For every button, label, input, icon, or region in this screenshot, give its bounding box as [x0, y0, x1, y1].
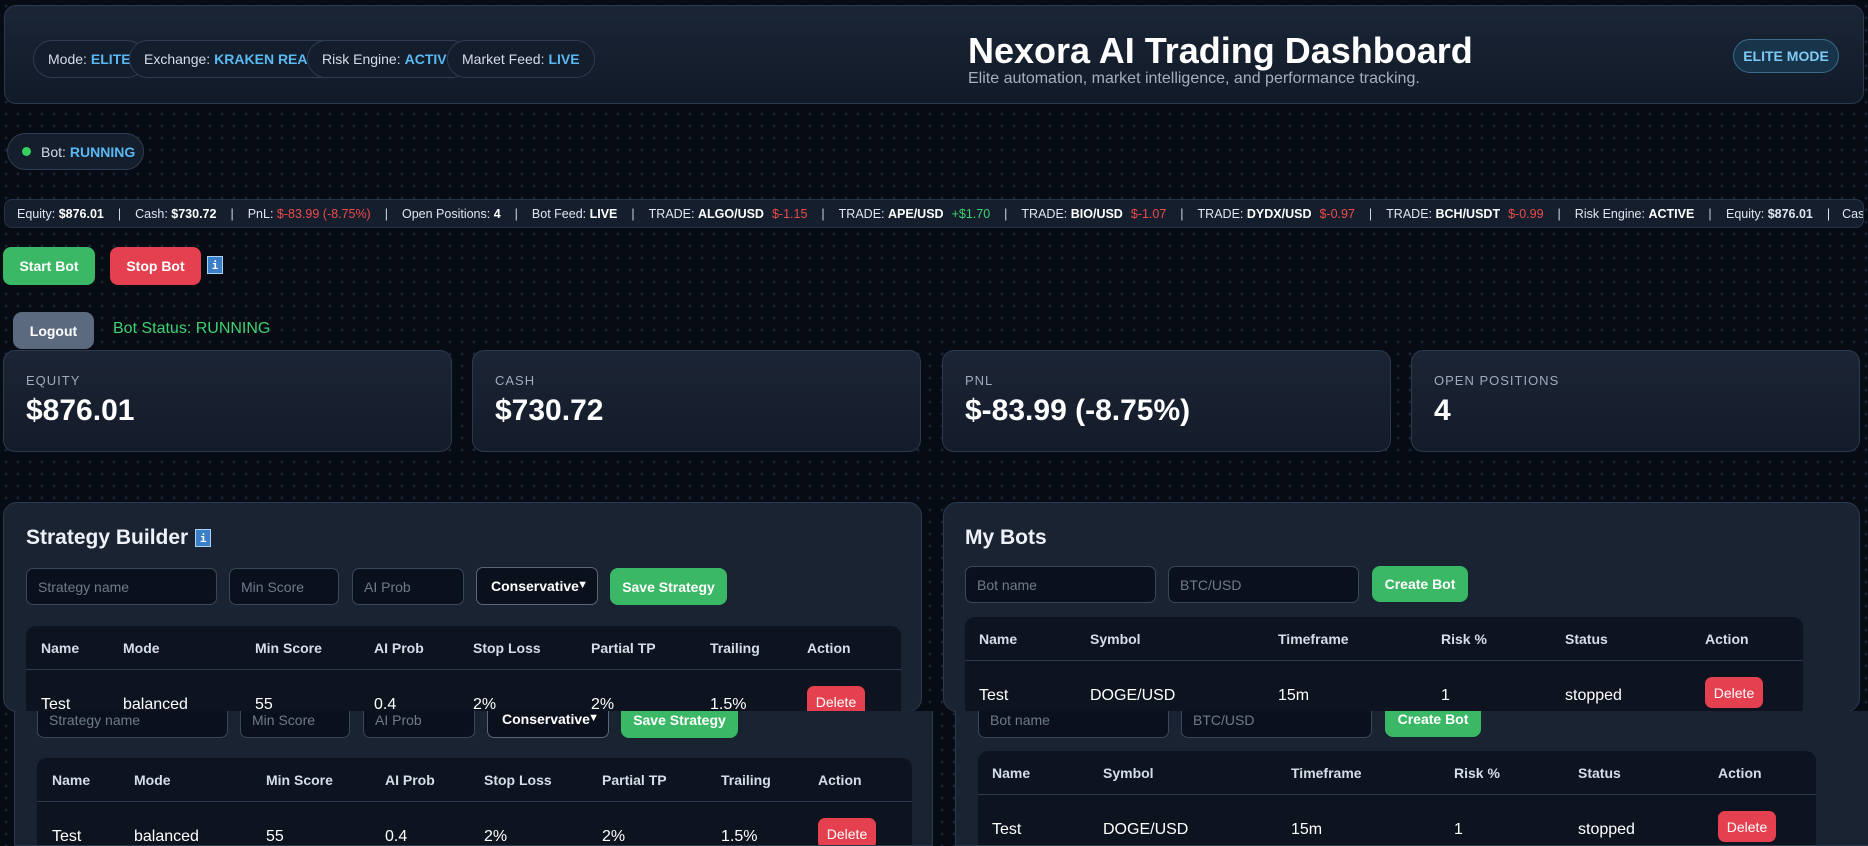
- save-strategy-button[interactable]: Save Strategy: [621, 711, 738, 738]
- ticker-separator: |: [821, 207, 825, 221]
- chevron-down-icon: ▼: [577, 579, 588, 591]
- info-icon[interactable]: i: [195, 529, 212, 547]
- delete-bot-button[interactable]: Delete: [1718, 811, 1776, 842]
- table-row: Test balanced 55 0.4 2% 2% 1.5% Delete: [26, 671, 901, 711]
- logout-button[interactable]: Logout: [13, 312, 94, 349]
- delete-strategy-button[interactable]: Delete: [818, 818, 876, 845]
- ticker-separator: |: [1180, 207, 1184, 221]
- strategy-builder-panel-duplicate: Conservative▼ Save Strategy Name Mode Mi…: [14, 711, 933, 846]
- pnl-card: PNL $-83.99 (-8.75%): [942, 350, 1391, 452]
- ticker-item: Bot Feed: LIVE: [531, 207, 618, 221]
- mode-select[interactable]: Conservative ▼: [487, 711, 609, 738]
- stat-label: OPEN POSITIONS: [1434, 373, 1560, 388]
- bots-title: My Bots: [965, 526, 1047, 549]
- bot-symbol-input[interactable]: [1181, 711, 1372, 738]
- equity-card: EQUITY $876.01: [3, 350, 452, 452]
- bot-symbol-input[interactable]: [1168, 566, 1359, 603]
- ticker-item: Open Positions: 4: [401, 207, 501, 221]
- strategy-builder-panel: Strategy Builder i Conservative▼ Save St…: [3, 502, 922, 712]
- bot-name-input[interactable]: [965, 566, 1156, 603]
- my-bots-panel-duplicate: Create Bot Name Symbol Timeframe Risk % …: [955, 711, 1868, 846]
- strategy-table: Name Mode Min Score AI Prob Stop Loss Pa…: [26, 626, 901, 711]
- ticker-trade: TRADE: APE/USD +$1.70: [838, 207, 991, 221]
- elite-mode-button[interactable]: ELITE MODE: [1733, 39, 1839, 73]
- create-bot-button[interactable]: Create Bot: [1372, 566, 1468, 602]
- ticker-separator: |: [1557, 207, 1561, 221]
- delete-bot-button[interactable]: Delete: [1705, 677, 1763, 708]
- stat-value: $876.01: [26, 394, 135, 427]
- ticker-item: Cash: $730.72: [135, 207, 217, 221]
- open-positions-card: OPEN POSITIONS 4: [1411, 350, 1860, 452]
- ticker-track: Equity: $876.01 | Cash: $730.72 | PnL: $-8…: [17, 207, 1726, 221]
- ticker-item: Equity: $876.01: [17, 207, 104, 221]
- market-feed-pill: Market Feed: LIVE: [447, 40, 595, 78]
- top-header: Mode: ELITE Exchange: KRAKEN READY Risk En…: [4, 5, 1864, 104]
- save-strategy-button[interactable]: Save Strategy: [610, 568, 727, 605]
- ticker-separator: |: [1368, 207, 1373, 221]
- stat-label: PNL: [965, 373, 994, 388]
- ticker-trade: TRADE: BCH/USDT $-0.99: [1386, 207, 1544, 221]
- bot-status-text: Bot Status: RUNNING: [113, 320, 271, 337]
- start-bot-button[interactable]: Start Bot: [3, 247, 95, 285]
- my-bots-panel: My Bots Create Bot Name Symbol Timeframe…: [943, 502, 1860, 712]
- strategy-name-input[interactable]: [26, 568, 217, 605]
- stat-label: CASH: [495, 373, 536, 388]
- page-subtitle: Elite automation, market intelligence, a…: [968, 70, 1420, 87]
- table-row: Test balanced 55 0.4 2% 2% 1.5% Delete: [37, 803, 912, 845]
- create-bot-button[interactable]: Create Bot: [1385, 711, 1481, 737]
- stat-value: $-83.99 (-8.75%): [965, 394, 1191, 427]
- ai-prob-input[interactable]: [352, 568, 464, 605]
- ticker-separator: |: [384, 207, 388, 221]
- ticker-trade: TRADE: BIO/USD $-1.07: [1021, 207, 1167, 221]
- bot-name-input[interactable]: [978, 711, 1169, 738]
- ticker-bar: Equity: $876.01 | Cash: $730.72 | PnL: $-8…: [4, 199, 1864, 228]
- bots-table: Name Symbol Timeframe Risk % Status Acti…: [978, 751, 1816, 845]
- table-row: Test DOGE/USD 15m 1 stopped Delete: [965, 662, 1803, 708]
- bots-table: Name Symbol Timeframe Risk % Status Acti…: [965, 617, 1803, 711]
- stat-value: $730.72: [495, 394, 604, 427]
- strategy-title: Strategy Builder i: [26, 526, 212, 550]
- mode-select[interactable]: Conservative ▼: [476, 567, 598, 605]
- table-row: Test DOGE/USD 15m 1 stopped Delete: [978, 796, 1816, 842]
- delete-strategy-button[interactable]: Delete: [807, 686, 865, 711]
- stat-label: EQUITY: [26, 373, 81, 388]
- ticker-separator: |: [514, 207, 518, 221]
- strategy-table: Name Mode Min Score AI Prob Stop Loss Pa…: [37, 758, 912, 845]
- ticker-separator: |: [1708, 207, 1712, 221]
- status-dot-icon: [22, 147, 31, 156]
- ticker-trade: TRADE: DYDX/USD $-0.97: [1197, 207, 1355, 221]
- table-header: Name Symbol Timeframe Risk % Status Acti…: [965, 617, 1803, 661]
- ticker-item: Risk Engine: ACTIVE: [1574, 207, 1695, 221]
- ticker-repeat: Equity: $876.01|Cash: [1726, 207, 1864, 221]
- table-header: Name Mode Min Score AI Prob Stop Loss Pa…: [26, 626, 901, 670]
- table-header: Name Symbol Timeframe Risk % Status Acti…: [978, 751, 1816, 795]
- page-title: Nexora AI Trading Dashboard: [968, 30, 1473, 71]
- min-score-input[interactable]: [229, 568, 339, 605]
- chevron-down-icon: ▼: [588, 712, 599, 724]
- ticker-separator: |: [117, 207, 122, 221]
- ticker-separator: |: [230, 207, 234, 221]
- info-icon[interactable]: i: [207, 256, 223, 274]
- bot-status-pill: Bot: RUNNING: [7, 133, 144, 170]
- strategy-name-input[interactable]: [37, 711, 228, 738]
- min-score-input[interactable]: [240, 711, 350, 738]
- cash-card: CASH $730.72: [472, 350, 921, 452]
- ticker-trade: TRADE: ALGO/USD $-1.15: [648, 207, 808, 221]
- ticker-separator: |: [631, 207, 635, 221]
- stop-bot-button[interactable]: Stop Bot: [110, 247, 201, 285]
- ai-prob-input[interactable]: [363, 711, 475, 738]
- stat-value: 4: [1434, 394, 1451, 427]
- table-header: Name Mode Min Score AI Prob Stop Loss Pa…: [37, 758, 912, 802]
- ticker-separator: |: [1004, 207, 1008, 221]
- ticker-item: PnL: $-83.99 (-8.75%): [247, 207, 371, 221]
